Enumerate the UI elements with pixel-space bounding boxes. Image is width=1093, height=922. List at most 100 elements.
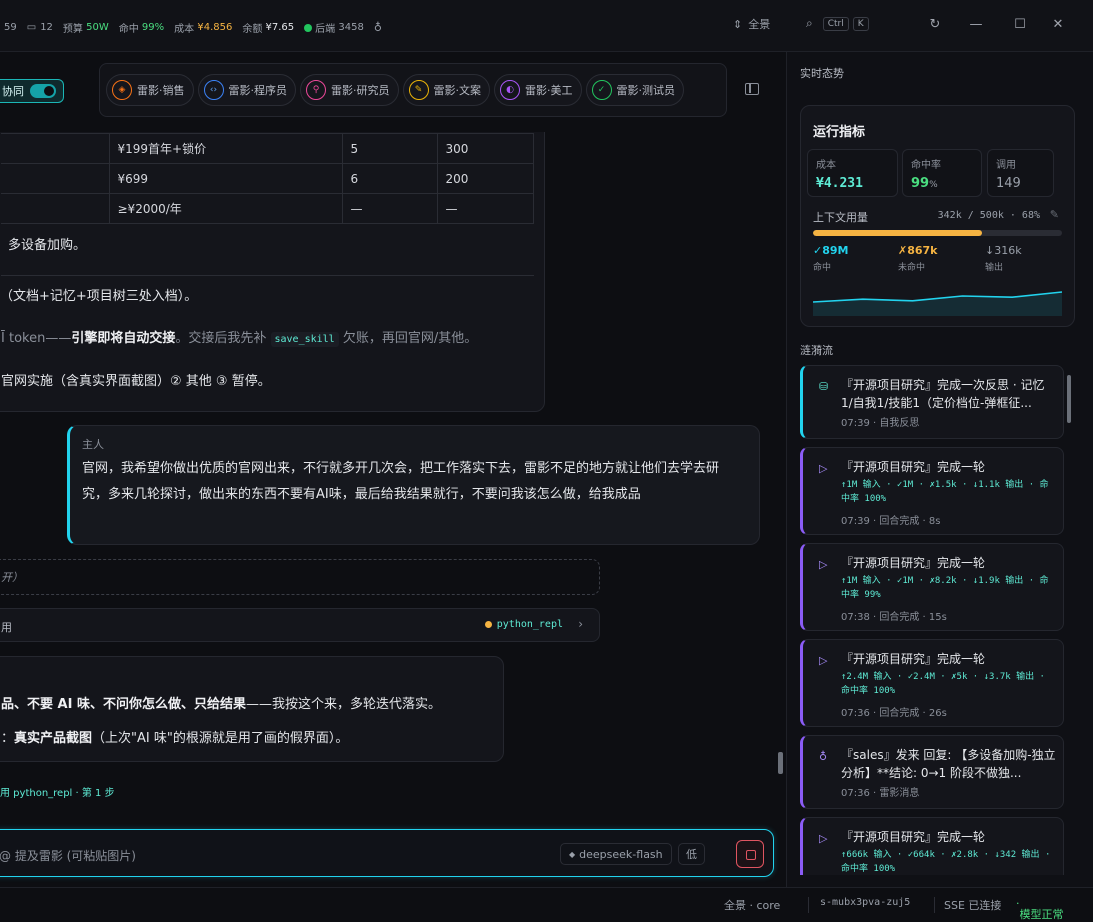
play-icon: ▷: [819, 462, 828, 475]
metrics-card: 运行指标 成本 ¥4.231 命中率 99% 调用 149 上下文用量 342k…: [800, 105, 1075, 327]
agent-bar: ◈ 雷影·销售 ‹› 雷影·程序员 ⚲ 雷影·研究员 ✎ 雷影·文案 ◐ 雷影·美工 ✓ 雷…: [99, 63, 727, 117]
chevron-right-icon[interactable]: ›: [578, 617, 583, 631]
layout-icon[interactable]: [745, 83, 759, 95]
budget-stat: 预算 50W: [62, 22, 109, 35]
tag-icon: ◈: [112, 80, 132, 100]
maximize-icon[interactable]: ☐: [1013, 18, 1027, 32]
metrics-title: 运行指标: [813, 125, 866, 140]
collapsed-section[interactable]: 开）: [0, 559, 600, 595]
hit-stat: 命中 99%: [118, 22, 165, 35]
search-button[interactable]: ⌕ Ctrl K: [806, 16, 869, 31]
pen-icon: ✎: [408, 80, 429, 100]
magnifier-icon: ⚲: [306, 80, 326, 100]
usage-progress: [813, 230, 1062, 236]
model-status: · 模型正常: [1016, 897, 1064, 921]
tool-name: python_repl: [484, 619, 563, 630]
message-line: 多设备加购。: [8, 238, 87, 253]
count-value: 59: [4, 22, 17, 33]
bulb-icon: ♁: [819, 750, 828, 763]
close-icon[interactable]: ✕: [1051, 18, 1065, 32]
user-name: 主人: [82, 438, 104, 451]
message-line: 官网实施（含真实界面截图）② 其他 ③ 暂停。: [1, 374, 271, 389]
collab-toggle[interactable]: 协同: [0, 79, 64, 103]
tool-call-row[interactable]: 用 python_repl ›: [0, 608, 600, 642]
usage-label: 上下文用量: [813, 211, 868, 224]
comments-value: 12: [40, 22, 53, 33]
usage-progress-fill: [813, 230, 983, 236]
minimize-icon[interactable]: —: [969, 18, 983, 32]
table-row: ¥699 6 200: [1, 163, 534, 194]
feed-item[interactable]: ♁ 『sales』发来 回复: 【多设备加购-独立分析】**结论: 0→1 阶段…: [800, 735, 1064, 809]
cost-card: 成本 ¥4.231: [807, 149, 898, 197]
shield-icon: ✓: [591, 80, 612, 100]
play-icon: ▷: [819, 832, 828, 845]
expand-icon: ⇕: [733, 17, 743, 31]
agent-chip-sales[interactable]: ◈ 雷影·销售: [106, 74, 194, 106]
kbd-k: K: [852, 16, 869, 31]
assistant-message: 品、不要 AI 味、不问你怎么做、只给结果——我按这个来，多轮迭代落实。 ：真实…: [0, 656, 504, 762]
view-status: 全景 · core: [724, 899, 781, 912]
top-bar: 59 ▭ 12 预算 50W 命中 99% 成本 ¥4.856 余额 ¥7.65 …: [0, 0, 1093, 52]
table-row: ¥199首年+锁价 5 300: [1, 133, 534, 164]
edit-icon[interactable]: ✎: [1050, 208, 1059, 221]
hit-rate-card: 命中率 99%: [902, 149, 982, 197]
token-hit: ✓89M: [813, 244, 849, 257]
collab-label: 协同: [2, 85, 24, 98]
feed-item[interactable]: ⛁ 『开源项目研究』完成一次反思 · 记忆1/自我1/技能1（定价档位-弹框征.…: [800, 365, 1064, 439]
stop-button[interactable]: [736, 840, 764, 868]
level-select[interactable]: 低: [678, 843, 705, 865]
divider: [1, 275, 534, 276]
message-line: ：真实产品截图（上次"AI 味"的根源就是用了画的假界面）。: [1, 731, 349, 746]
assistant-message: ¥199首年+锁价 5 300 ¥699 6 200 ≥¥2000/年 — — …: [0, 132, 545, 412]
cost-stat: 成本 ¥4.856: [174, 22, 233, 35]
sparkline: [813, 291, 1062, 316]
play-icon: ▷: [819, 654, 828, 667]
message-line: （文档+记忆+项目树三处入档）。: [0, 289, 198, 304]
chat-scrollbar[interactable]: [778, 752, 783, 774]
sparkle-icon: ◆: [569, 849, 576, 859]
agent-chip-programmer[interactable]: ‹› 雷影·程序员: [197, 74, 296, 106]
user-message-text: 官网，我希望你做出优质的官网出来，不行就多开几次会，把工作落实下去，雷影不足的地…: [82, 461, 720, 502]
agent-chip-designer[interactable]: ◐ 雷影·美工: [494, 74, 582, 106]
usage-value: 342k / 500k · 68%: [937, 210, 1040, 221]
kbd-ctrl: Ctrl: [822, 16, 849, 31]
token-miss: ✗867k: [898, 244, 938, 257]
backend-stat: 后端 3458: [304, 20, 364, 35]
sse-status: SSE 已连接: [944, 899, 1002, 912]
running-dot-icon: [484, 621, 492, 628]
agent-chip-copywriter[interactable]: ✎ 雷影·文案: [402, 74, 490, 106]
message-input[interactable]: @ 提及雷影 (可粘贴图片) ◆ deepseek-flash 低: [0, 829, 774, 877]
token-out: ↓316k: [985, 244, 1022, 257]
panel-title: 实时态势: [800, 67, 844, 80]
feed-item[interactable]: ▷ 『开源项目研究』完成一轮 ↑1M 输入 · ✓1M · ✗8.2k · ↓1…: [800, 543, 1064, 631]
status-dot-icon: [304, 23, 313, 32]
refresh-icon[interactable]: ↻: [928, 18, 942, 32]
chat-area: ¥199首年+锁价 5 300 ¥699 6 200 ≥¥2000/年 — — …: [0, 132, 786, 818]
user-message: 主人 官网，我希望你做出优质的官网出来，不行就多开几次会，把工作落实下去，雷影不…: [67, 425, 760, 545]
model-select[interactable]: ◆ deepseek-flash: [560, 843, 672, 865]
feed-scrollbar[interactable]: [1066, 365, 1072, 875]
scrollbar-thumb[interactable]: [1067, 375, 1071, 423]
calls-card: 调用 149: [987, 149, 1054, 197]
status-bar: 全景 · core s-mubx3pva-zuj5 SSE 已连接 · 模型正常: [0, 887, 1093, 922]
ripple-feed: ⛁ 『开源项目研究』完成一次反思 · 记忆1/自我1/技能1（定价档位-弹框征.…: [800, 365, 1064, 875]
message-line: 品、不要 AI 味、不问你怎么做、只给结果——我按这个来，多轮迭代落实。: [1, 697, 441, 712]
agent-chip-tester[interactable]: ✓ 雷影·测试员: [585, 74, 684, 106]
step-indicator: 用 python_repl · 第 1 步: [0, 788, 115, 799]
feed-item[interactable]: ▷ 『开源项目研究』完成一轮 ↑666k 输入 · ✓664k · ✗2.8k …: [800, 817, 1064, 875]
feed-item[interactable]: ▷ 『开源项目研究』完成一轮 ↑2.4M 输入 · ✓2.4M · ✗5k · …: [800, 639, 1064, 727]
fullview-button[interactable]: ⇕ 全景: [733, 16, 770, 32]
message-line: Ī token——引擎即将自动交接。交接后我先补 save_skill 欠账，再…: [1, 331, 478, 347]
search-icon: ⌕: [806, 16, 813, 30]
inline-code: save_skill: [270, 332, 339, 347]
agent-chip-researcher[interactable]: ⚲ 雷影·研究员: [300, 74, 399, 106]
pricing-table: ¥199首年+锁价 5 300 ¥699 6 200 ≥¥2000/年 — —: [1, 133, 534, 224]
bulb-icon[interactable]: ♁: [374, 21, 382, 34]
top-stats: 59 ▭ 12 预算 50W 命中 99% 成本 ¥4.856 余额 ¥7.65 …: [4, 20, 382, 35]
feed-item[interactable]: ▷ 『开源项目研究』完成一轮 ↑1M 输入 · ✓1M · ✗1.5k · ↓1…: [800, 447, 1064, 535]
comment-icon: ▭: [26, 22, 37, 33]
toggle-switch[interactable]: [30, 84, 56, 98]
balance-stat: 余额 ¥7.65: [242, 22, 295, 35]
database-icon: ⛁: [819, 380, 829, 393]
session-id: s-mubx3pva-zuj5: [820, 897, 911, 908]
